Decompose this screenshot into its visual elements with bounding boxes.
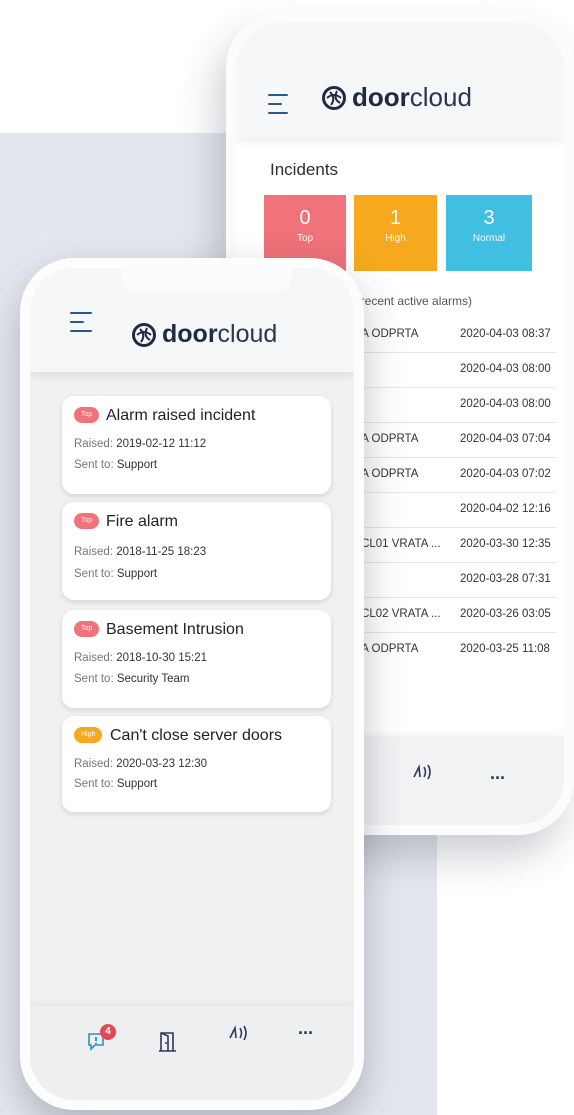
nfc-icon[interactable] (412, 763, 434, 786)
incident-sent-to: Sent to: Support (74, 459, 157, 471)
incident-raised: Raised: 2020-03-23 12:30 (74, 758, 207, 770)
hamburger-menu-icon[interactable] (268, 94, 290, 121)
globe-icon (322, 85, 346, 110)
incident-title: Basement Intrusion (106, 621, 244, 638)
incident-card[interactable]: Top Fire alarm Raised: 2018-11-25 18:23 … (62, 502, 331, 600)
nfc-icon[interactable] (228, 1024, 250, 1047)
sent-value: Security Team (116, 673, 190, 685)
incident-card[interactable]: Top Basement Intrusion Raised: 2018-10-3… (62, 610, 331, 708)
hamburger-menu-icon[interactable] (70, 312, 94, 339)
incident-sent-to: Sent to: Support (74, 778, 157, 790)
logo-word-bold: door (352, 82, 410, 112)
incident-raised: Raised: 2019-02-12 11:12 (74, 438, 206, 450)
phone-notch (122, 268, 292, 292)
alarm-time: 2020-03-30 12:35 (460, 538, 551, 550)
raised-label: Raised: (74, 652, 113, 664)
incident-sent-to: Sent to: Security Team (74, 673, 190, 685)
sent-label: Sent to: (74, 778, 114, 790)
incident-raised: Raised: 2018-11-25 18:23 (74, 546, 206, 558)
alarm-time: 2020-03-28 07:31 (460, 573, 551, 585)
tile-top-label: Top (296, 233, 314, 244)
tile-top-value: 0 (299, 207, 311, 229)
tile-high[interactable]: 1 High (354, 195, 437, 271)
alarm-time: 2020-04-03 07:02 (460, 468, 551, 480)
priority-badge: Top (74, 621, 100, 637)
alarm-time: 2020-03-25 11:08 (460, 643, 550, 655)
alarm-time: 2020-04-03 08:00 (460, 363, 551, 375)
incident-raised: Raised: 2018-10-30 15:21 (74, 652, 207, 664)
tile-high-value: 1 (389, 207, 402, 229)
sent-value: Support (116, 459, 158, 471)
sent-value: Support (116, 778, 158, 790)
logo-word-light: cloud (409, 82, 472, 112)
tile-high-label: High (385, 233, 406, 244)
raised-value: 2020-03-23 12:30 (116, 758, 208, 770)
more-icon[interactable]: ... (298, 1018, 313, 1039)
priority-badge: High (74, 727, 103, 743)
front-bottom-nav: 4 ... (30, 1006, 354, 1100)
alarm-time: 2020-04-03 08:00 (460, 398, 551, 410)
promo-stage: door cloud Incidents 0 Top 1 High 3 Norma… (0, 0, 574, 1115)
front-phone-screen: door cloud Top Alarm raised incident Rais… (30, 268, 354, 1100)
tile-normal-value: 3 (483, 207, 495, 229)
incident-title: Alarm raised incident (106, 407, 256, 424)
sent-label: Sent to: (74, 568, 114, 580)
incidents-title: Incidents (270, 160, 339, 179)
sent-label: Sent to: (74, 673, 114, 685)
tile-normal-label: Normal (472, 233, 506, 244)
priority-badge: Top (74, 407, 100, 423)
door-icon[interactable] (158, 1030, 178, 1057)
alarm-time: 2020-04-02 12:16 (460, 503, 551, 515)
raised-label: Raised: (74, 546, 113, 558)
alarm-time: 2020-03-26 03:05 (460, 608, 551, 620)
alarms-count-badge: 4 (100, 1024, 116, 1040)
incident-title: Can't close server doors (110, 727, 283, 744)
incident-card[interactable]: High Can't close server doors Raised: 20… (62, 716, 331, 812)
incident-sent-to: Sent to: Support (74, 568, 157, 580)
incident-title: Fire alarm (106, 513, 179, 530)
incident-card[interactable]: Top Alarm raised incident Raised: 2019-0… (62, 396, 331, 494)
back-app-header: door cloud (236, 22, 564, 138)
raised-label: Raised: (74, 758, 113, 770)
alarm-time: 2020-04-03 08:37 (460, 328, 551, 340)
sent-label: Sent to: (74, 459, 114, 471)
globe-icon (132, 322, 156, 347)
raised-value: 2018-11-25 18:23 (116, 546, 207, 558)
raised-value: 2019-02-12 11:12 (116, 438, 207, 450)
back-app-logo: door cloud (322, 82, 472, 113)
front-phone: door cloud Top Alarm raised incident Rais… (20, 258, 364, 1110)
front-app-logo: door cloud (132, 320, 277, 349)
logo-word-light: cloud (217, 320, 278, 348)
logo-word-bold: door (162, 320, 218, 348)
sent-value: Support (116, 568, 158, 580)
tile-normal[interactable]: 3 Normal (446, 195, 532, 271)
raised-label: Raised: (74, 438, 113, 450)
priority-badge: Top (74, 513, 100, 529)
front-app-header: door cloud (30, 268, 354, 372)
more-icon[interactable]: ... (490, 763, 505, 784)
raised-value: 2018-10-30 15:21 (116, 652, 208, 664)
alarm-time: 2020-04-03 07:04 (460, 433, 551, 445)
